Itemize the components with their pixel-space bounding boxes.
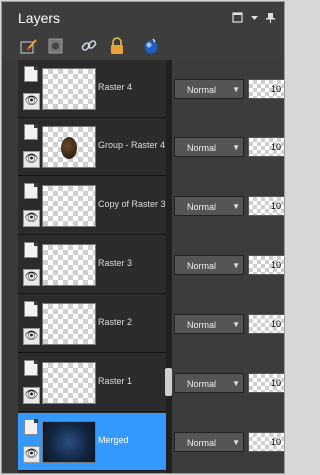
opacity-field[interactable]: 10 (248, 196, 284, 216)
layer-row[interactable]: 👁 Raster 2 (18, 295, 166, 353)
menu-arrow-icon[interactable] (250, 12, 259, 26)
layer-thumbnail (42, 244, 96, 286)
opacity-field[interactable]: 10 (248, 79, 284, 99)
eye-icon[interactable]: 👁 (23, 93, 40, 110)
layer-page-icon[interactable] (24, 360, 38, 376)
layer-name: Raster 3 (98, 258, 133, 268)
dropdown-arrow-icon: ▼ (232, 438, 240, 447)
layer-thumbnail (42, 68, 96, 110)
opacity-field[interactable]: 10 (248, 373, 284, 393)
layer-row[interactable]: 👁 Raster 4 (18, 60, 166, 118)
layer-thumbnail (42, 303, 96, 345)
eye-icon[interactable]: 👁 (23, 446, 40, 463)
dropdown-arrow-icon: ▼ (232, 379, 240, 388)
blend-ball-icon[interactable] (142, 37, 160, 55)
dropdown-arrow-icon: ▼ (232, 143, 240, 152)
layers-toolbar (2, 32, 284, 61)
left-gutter (2, 60, 18, 473)
maximize-icon[interactable] (232, 12, 243, 26)
panel-title: Layers (18, 10, 61, 26)
dropdown-arrow-icon: ▼ (232, 85, 240, 94)
splitter-handle[interactable] (165, 368, 172, 396)
eye-icon[interactable]: 👁 (23, 387, 40, 404)
layer-name: Group - Raster 4 (98, 140, 166, 150)
pin-icon[interactable] (266, 12, 275, 26)
layer-page-icon[interactable] (24, 242, 38, 258)
blend-mode-dropdown[interactable]: Normal ▼ (174, 432, 244, 452)
opacity-field[interactable]: 10 (248, 255, 284, 275)
blend-mode-dropdown[interactable]: Normal ▼ (174, 79, 244, 99)
layer-thumbnail (42, 126, 96, 168)
panel-title-bar: Layers (2, 2, 284, 32)
blend-mode-dropdown[interactable]: Normal ▼ (174, 314, 244, 334)
dropdown-arrow-icon: ▼ (232, 202, 240, 211)
layer-row[interactable]: 👁 Raster 3 (18, 236, 166, 294)
layer-page-icon[interactable] (24, 301, 38, 317)
eye-icon[interactable]: 👁 (23, 151, 40, 168)
link-icon[interactable] (80, 37, 98, 55)
blend-mode-dropdown[interactable]: Normal ▼ (174, 137, 244, 157)
eye-icon[interactable]: 👁 (23, 210, 40, 227)
layer-name: Raster 1 (98, 376, 133, 386)
layer-page-icon[interactable] (24, 124, 38, 140)
layer-row[interactable]: 👁 Group - Raster 4 (18, 118, 166, 176)
dropdown-arrow-icon: ▼ (232, 261, 240, 270)
opacity-field[interactable]: 10 (248, 432, 284, 452)
layer-name: Copy of Raster 3 (98, 199, 166, 209)
layer-row[interactable]: 👁 Copy of Raster 3 (18, 177, 166, 235)
mask-icon[interactable] (47, 37, 65, 55)
layer-name: Merged (98, 435, 129, 445)
layer-thumbnail (42, 362, 96, 404)
opacity-field[interactable]: 10 (248, 137, 284, 157)
layer-name: Raster 2 (98, 317, 133, 327)
lock-icon[interactable] (108, 37, 126, 55)
opacity-field[interactable]: 10 (248, 314, 284, 334)
blend-mode-dropdown[interactable]: Normal ▼ (174, 255, 244, 275)
layer-page-icon[interactable] (24, 183, 38, 199)
layer-thumbnail (42, 421, 96, 463)
layer-page-icon[interactable] (24, 66, 38, 82)
layer-list[interactable]: 👁 Raster 4 👁 Group - Raster 4 👁 Copy of … (18, 60, 166, 473)
layer-brush-icon[interactable] (20, 37, 38, 55)
layer-thumbnail (42, 185, 96, 227)
layer-name: Raster 4 (98, 82, 133, 92)
blend-mode-dropdown[interactable]: Normal ▼ (174, 196, 244, 216)
blend-mode-dropdown[interactable]: Normal ▼ (174, 373, 244, 393)
layer-page-icon[interactable] (24, 419, 38, 435)
eye-icon[interactable]: 👁 (23, 328, 40, 345)
layer-row-selected[interactable]: 👁 Merged (18, 413, 166, 471)
blend-column: Normal ▼ 10 Normal ▼ 10 Normal ▼ 10 Normal ▼… (172, 60, 284, 473)
layer-row[interactable]: 👁 Raster 1 (18, 354, 166, 412)
layers-panel: Layers 👁 Raster 4 👁 Group - Raster 4 👁 C… (1, 1, 285, 474)
dropdown-arrow-icon: ▼ (232, 320, 240, 329)
eye-icon[interactable]: 👁 (23, 269, 40, 286)
